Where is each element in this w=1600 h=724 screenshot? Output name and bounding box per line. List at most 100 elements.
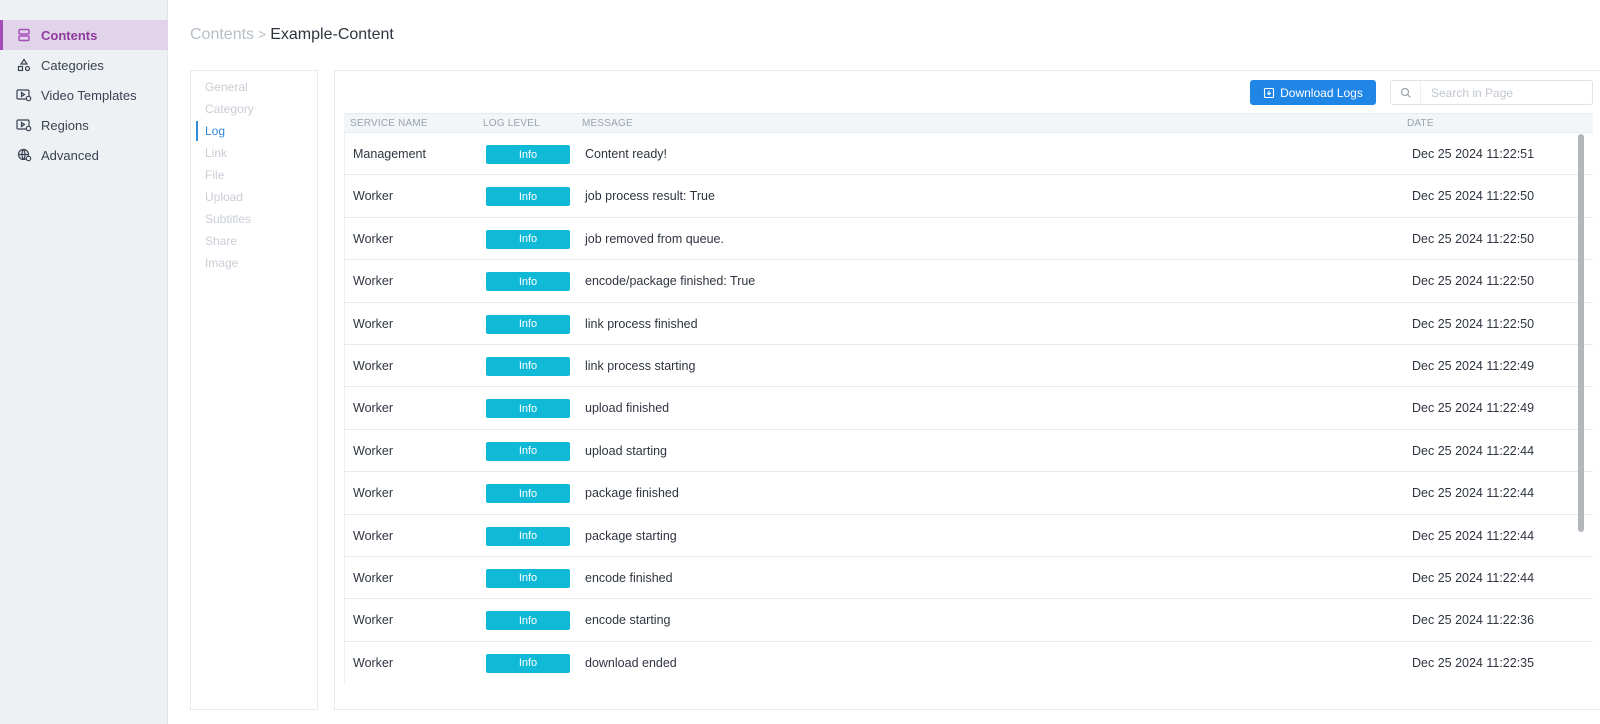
log-level-badge: Info (486, 399, 570, 419)
log-level-badge: Info (486, 187, 570, 207)
video-settings-icon (16, 87, 32, 103)
service-name-cell: Worker (353, 231, 394, 246)
sidebar-item-label: Video Templates (41, 87, 137, 103)
date-cell: Dec 25 2024 11:22:44 (1412, 528, 1535, 543)
date-cell: Dec 25 2024 11:22:36 (1412, 613, 1535, 628)
scrollbar-thumb[interactable] (1578, 134, 1584, 532)
message-cell: link process finished (585, 316, 698, 331)
log-level-badge: Info (486, 272, 570, 292)
table-row[interactable]: Worker Info job process result: True Dec 25… (345, 175, 1593, 218)
table-row[interactable]: Worker Info link process finished Dec 25 20… (345, 303, 1593, 345)
log-level-badge: Info (486, 441, 570, 461)
date-cell: Dec 25 2024 11:22:50 (1412, 231, 1535, 246)
column-header-level[interactable]: LOG LEVEL (483, 118, 540, 129)
download-logs-button[interactable]: Download Logs (1250, 80, 1376, 105)
service-name-cell: Worker (353, 189, 394, 204)
table-row[interactable]: Worker Info upload finished Dec 25 2024 11:… (345, 387, 1593, 430)
log-level-badge: Info (486, 526, 570, 546)
message-cell: encode finished (585, 570, 673, 585)
subnav-item-subtitles[interactable]: Subtitles (196, 209, 312, 229)
service-name-cell: Worker (353, 316, 394, 331)
table-row[interactable]: Worker Info encode starting Dec 25 2024 11:… (345, 599, 1593, 642)
date-cell: Dec 25 2024 11:22:50 (1412, 189, 1535, 204)
sidebar-item-video-templates[interactable]: Video Templates (0, 80, 168, 110)
table-row[interactable]: Worker Info download ended Dec 25 2024 11:2… (345, 642, 1593, 683)
log-level-badge: Info (486, 145, 570, 164)
message-cell: upload finished (585, 401, 670, 416)
log-level-badge: Info (486, 568, 570, 588)
subnav-item-file[interactable]: File (196, 165, 312, 185)
subnav-item-link[interactable]: Link (196, 143, 312, 163)
service-name-cell: Worker (353, 655, 394, 670)
service-name-cell: Worker (353, 274, 394, 289)
column-header-date[interactable]: DATE (1407, 118, 1434, 129)
column-header-message[interactable]: MESSAGE (582, 118, 633, 129)
service-name-cell: Worker (353, 570, 394, 585)
message-cell: package finished (585, 486, 679, 501)
date-cell: Dec 25 2024 11:22:44 (1412, 443, 1535, 458)
breadcrumb: Contents > Example-Content (190, 26, 394, 44)
service-name-cell: Management (353, 147, 426, 161)
sidebar-item-label: Regions (41, 117, 89, 133)
service-name-cell: Worker (353, 443, 394, 458)
table-row[interactable]: Worker Info encode/package finished: True D… (345, 260, 1593, 303)
subnav-item-image[interactable]: Image (196, 253, 312, 273)
log-level-badge: Info (486, 314, 570, 334)
table-header: SERVICE NAME LOG LEVEL MESSAGE DATE (344, 113, 1593, 133)
table-row[interactable]: Management Info Content ready! Dec 25 2024 … (345, 133, 1593, 176)
page-title: Example-Content (270, 26, 394, 43)
table-row[interactable]: Worker Info package finished Dec 25 2024 11… (345, 472, 1593, 515)
message-cell: encode starting (585, 613, 671, 628)
date-cell: Dec 25 2024 11:22:44 (1412, 486, 1535, 501)
log-level-badge: Info (486, 484, 570, 504)
date-cell: Dec 25 2024 11:22:49 (1412, 358, 1535, 373)
video-settings-icon (16, 117, 32, 133)
message-cell: job removed from queue. (585, 231, 724, 246)
server-icon (16, 27, 32, 43)
sidebar-item-categories[interactable]: Categories (0, 50, 168, 80)
search-box (1390, 80, 1593, 105)
search-icon (1391, 81, 1421, 104)
log-level-badge: Info (486, 611, 570, 631)
table-row[interactable]: Worker Info upload starting Dec 25 2024 11:… (345, 430, 1593, 473)
message-cell: link process starting (585, 358, 696, 373)
sidebar: Contents Categories Video Templates Regi… (0, 0, 168, 724)
download-logs-label: Download Logs (1280, 85, 1363, 100)
message-cell: job process result: True (585, 189, 715, 204)
column-header-service[interactable]: SERVICE NAME (350, 118, 428, 129)
message-cell: Content ready! (585, 147, 667, 161)
service-name-cell: Worker (353, 486, 394, 501)
date-cell: Dec 25 2024 11:22:51 (1412, 147, 1535, 161)
sidebar-item-label: Advanced (41, 147, 99, 163)
date-cell: Dec 25 2024 11:22:50 (1412, 274, 1535, 289)
subnav-item-category[interactable]: Category (196, 99, 312, 119)
service-name-cell: Worker (353, 358, 394, 373)
date-cell: Dec 25 2024 11:22:49 (1412, 401, 1535, 416)
service-name-cell: Worker (353, 401, 394, 416)
log-level-badge: Info (486, 653, 570, 673)
table-row[interactable]: Worker Info link process starting Dec 25 20… (345, 345, 1593, 388)
subnav-item-general[interactable]: General (196, 77, 312, 97)
sidebar-item-label: Categories (41, 57, 104, 73)
log-table-body[interactable]: Management Info Content ready! Dec 25 2024 … (344, 133, 1593, 683)
message-cell: download ended (585, 655, 677, 670)
message-cell: package starting (585, 528, 677, 543)
shapes-icon (16, 57, 32, 73)
table-row[interactable]: Worker Info encode finished Dec 25 2024 11:… (345, 557, 1593, 600)
table-row[interactable]: Worker Info job removed from queue. Dec 25 … (345, 218, 1593, 261)
sidebar-item-advanced[interactable]: Advanced (0, 140, 168, 170)
subnav-item-upload[interactable]: Upload (196, 187, 312, 207)
content-subnav: General Category Log Link File Upload Su… (190, 70, 318, 710)
log-level-badge: Info (486, 229, 570, 249)
sidebar-item-regions[interactable]: Regions (0, 110, 168, 140)
sidebar-item-contents[interactable]: Contents (0, 20, 168, 50)
table-row[interactable]: Worker Info package starting Dec 25 2024 11… (345, 515, 1593, 557)
subnav-item-log[interactable]: Log (196, 121, 312, 141)
subnav-item-share[interactable]: Share (196, 231, 312, 251)
search-input[interactable] (1421, 85, 1581, 100)
message-cell: encode/package finished: True (585, 274, 756, 289)
sidebar-item-label: Contents (41, 27, 98, 43)
breadcrumb-parent-link[interactable]: Contents (190, 26, 254, 43)
message-cell: upload starting (585, 443, 668, 458)
breadcrumb-separator: > (258, 26, 267, 42)
